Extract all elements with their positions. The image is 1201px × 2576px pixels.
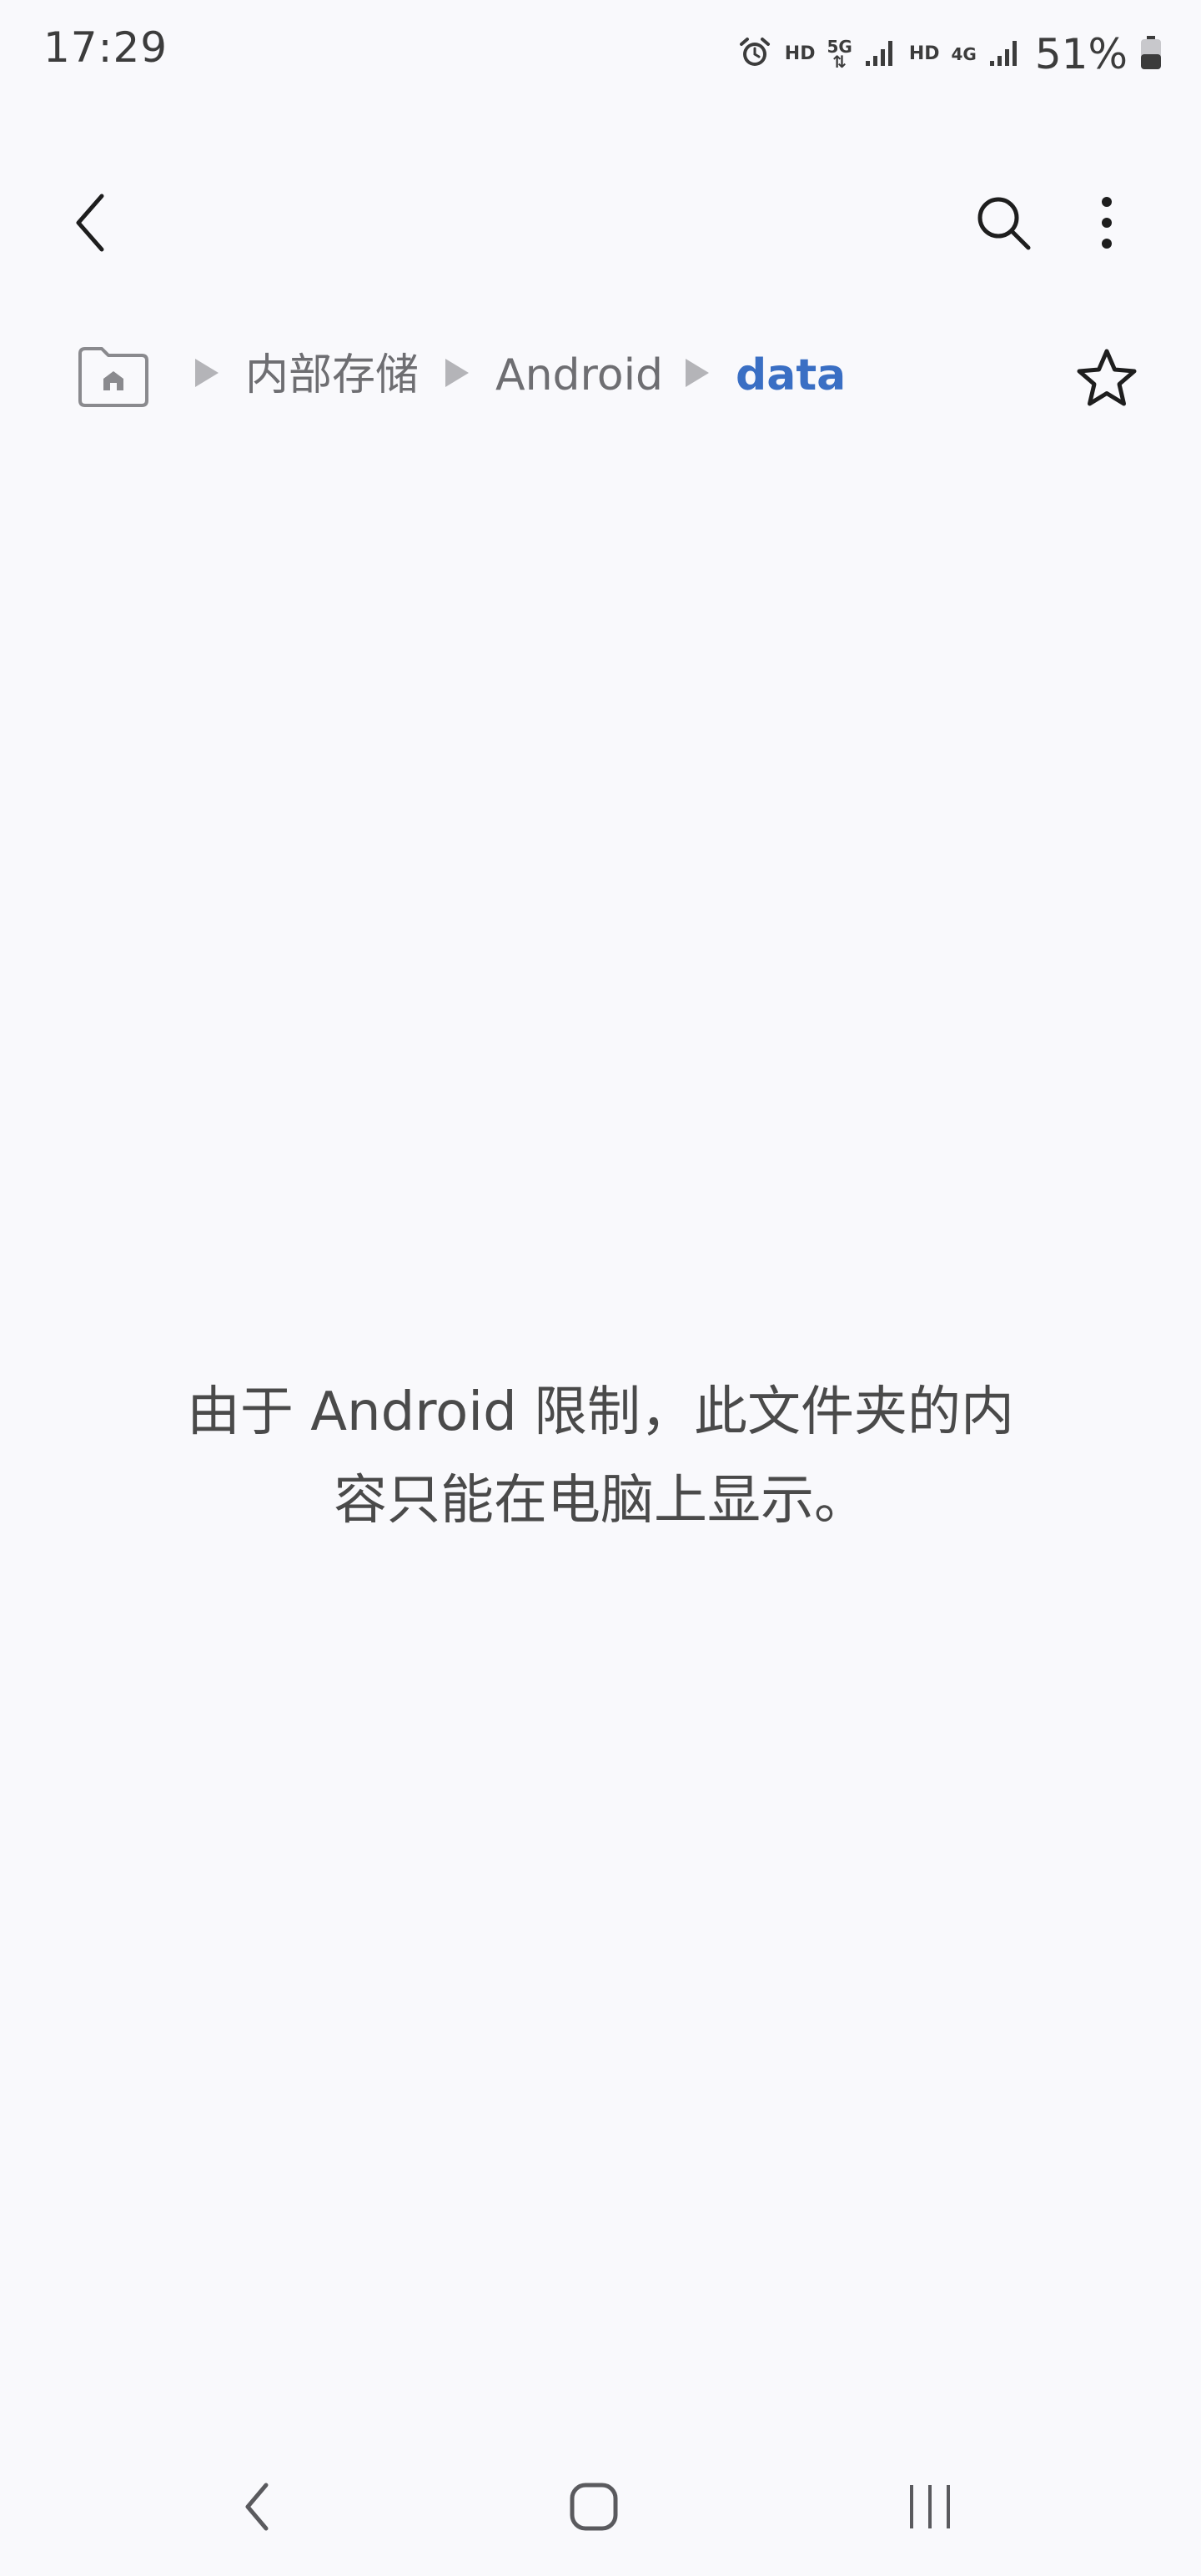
status-icons: HD 5G ⇅ HD 4G 51% bbox=[736, 25, 1163, 83]
hd-label-1: HD bbox=[784, 43, 816, 64]
signal-icon bbox=[864, 38, 897, 71]
status-time: 17:29 bbox=[43, 23, 168, 72]
search-button[interactable] bbox=[957, 177, 1049, 269]
nav-home-button[interactable] bbox=[540, 2461, 648, 2553]
battery-percent: 51% bbox=[1034, 30, 1128, 78]
system-nav-bar bbox=[0, 2453, 1201, 2561]
home-folder-icon bbox=[78, 347, 148, 407]
restriction-message-line2: 容只能在电脑上显示。 bbox=[334, 1470, 867, 1532]
data-arrows-icon: ⇅ bbox=[832, 52, 847, 72]
restriction-message-line1: 由于 Android 限制，此文件夹的内 bbox=[186, 1381, 1015, 1443]
nav-home-icon bbox=[570, 2483, 618, 2531]
nav-back-icon bbox=[245, 2483, 269, 2531]
breadcrumb-separator-icon bbox=[195, 359, 219, 387]
search-icon bbox=[977, 197, 1031, 250]
network-4g-label: 4G bbox=[951, 44, 977, 64]
hd-label-2: HD bbox=[908, 43, 940, 64]
back-button[interactable] bbox=[46, 177, 138, 269]
back-arrow-icon bbox=[76, 194, 104, 252]
battery-icon bbox=[1139, 34, 1163, 74]
favorite-button[interactable] bbox=[1061, 332, 1153, 424]
more-options-button[interactable] bbox=[1061, 177, 1153, 269]
breadcrumb: 内部存储 Android data bbox=[0, 325, 1201, 425]
breadcrumb-separator-icon bbox=[445, 359, 469, 387]
status-bar: 17:29 HD 5G ⇅ HD 4G 51% bbox=[0, 0, 1201, 108]
breadcrumb-separator-icon bbox=[686, 359, 709, 387]
more-vert-icon bbox=[1102, 197, 1112, 249]
breadcrumb-data[interactable]: data bbox=[736, 349, 846, 402]
file-manager-screen: 17:29 HD 5G ⇅ HD 4G 51% 内部存储 Android dat… bbox=[0, 0, 1201, 2576]
breadcrumb-android[interactable]: Android bbox=[495, 349, 663, 402]
top-app-bar bbox=[0, 167, 1201, 284]
restriction-message: 由于 Android 限制，此文件夹的内 容只能在电脑上显示。 bbox=[133, 1368, 1068, 1545]
home-folder-button[interactable] bbox=[72, 335, 155, 419]
nav-recents-button[interactable] bbox=[876, 2461, 984, 2553]
network-5g: 5G ⇅ bbox=[827, 38, 852, 72]
signal-icon bbox=[988, 38, 1022, 71]
alarm-icon bbox=[736, 34, 773, 74]
nav-back-button[interactable] bbox=[204, 2461, 313, 2553]
breadcrumb-internal-storage[interactable]: 内部存储 bbox=[245, 349, 419, 402]
nav-recents-icon bbox=[910, 2485, 950, 2528]
network-4g: 4G bbox=[951, 44, 977, 64]
star-outline-icon bbox=[1077, 349, 1137, 406]
